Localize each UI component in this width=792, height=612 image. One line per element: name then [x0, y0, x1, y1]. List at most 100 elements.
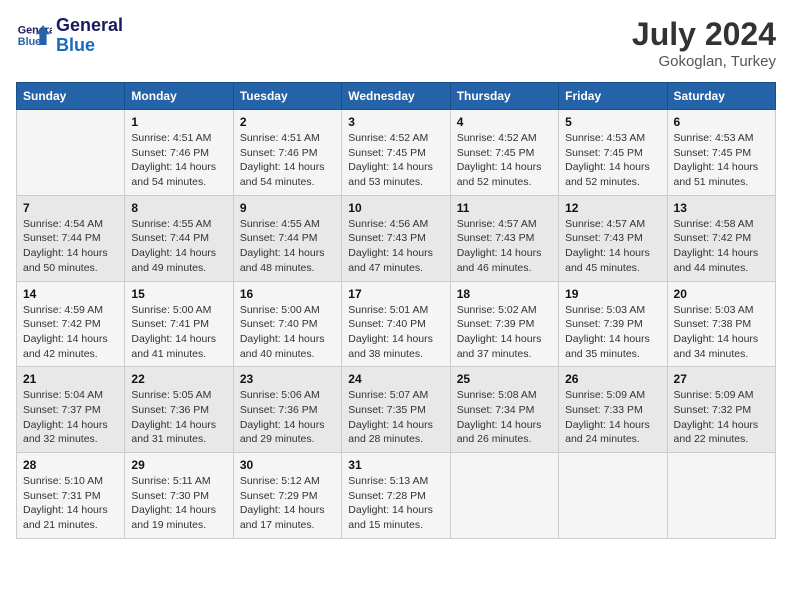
day-info: Sunrise: 5:00 AMSunset: 7:40 PMDaylight:… [240, 303, 335, 362]
calendar-cell [450, 453, 558, 539]
calendar-cell [667, 453, 775, 539]
day-number: 1 [131, 115, 226, 129]
day-number: 10 [348, 201, 443, 215]
calendar-cell: 16 Sunrise: 5:00 AMSunset: 7:40 PMDayligh… [233, 281, 341, 367]
calendar-cell: 29 Sunrise: 5:11 AMSunset: 7:30 PMDayligh… [125, 453, 233, 539]
calendar-cell: 28 Sunrise: 5:10 AMSunset: 7:31 PMDayligh… [17, 453, 125, 539]
day-info: Sunrise: 4:54 AMSunset: 7:44 PMDaylight:… [23, 217, 118, 276]
day-info: Sunrise: 4:56 AMSunset: 7:43 PMDaylight:… [348, 217, 443, 276]
calendar-cell: 3 Sunrise: 4:52 AMSunset: 7:45 PMDaylight… [342, 110, 450, 196]
day-number: 12 [565, 201, 660, 215]
day-number: 20 [674, 287, 769, 301]
day-number: 29 [131, 458, 226, 472]
calendar-cell: 10 Sunrise: 4:56 AMSunset: 7:43 PMDayligh… [342, 195, 450, 281]
calendar-cell: 8Sunrise: 4:55 AMSunset: 7:44 PMDaylight… [125, 195, 233, 281]
week-row-1: 1 Sunrise: 4:51 AMSunset: 7:46 PMDaylight… [17, 110, 776, 196]
day-info: Sunrise: 5:10 AMSunset: 7:31 PMDaylight:… [23, 474, 118, 533]
day-info: Sunrise: 5:09 AMSunset: 7:32 PMDaylight:… [674, 388, 769, 447]
day-info: Sunrise: 5:08 AMSunset: 7:34 PMDaylight:… [457, 388, 552, 447]
calendar-cell: 31 Sunrise: 5:13 AMSunset: 7:28 PMDayligh… [342, 453, 450, 539]
day-info: Sunrise: 4:52 AMSunset: 7:45 PMDaylight:… [348, 131, 443, 190]
logo-text: GeneralBlue [56, 16, 123, 56]
calendar-cell: 21 Sunrise: 5:04 AMSunset: 7:37 PMDayligh… [17, 367, 125, 453]
day-number: 26 [565, 372, 660, 386]
svg-text:Blue: Blue [18, 36, 41, 48]
calendar-cell: 23 Sunrise: 5:06 AMSunset: 7:36 PMDayligh… [233, 367, 341, 453]
day-info: Sunrise: 5:06 AMSunset: 7:36 PMDaylight:… [240, 388, 335, 447]
day-info: Sunrise: 4:53 AMSunset: 7:45 PMDaylight:… [565, 131, 660, 190]
day-number: 4 [457, 115, 552, 129]
day-number: 11 [457, 201, 552, 215]
day-number: 28 [23, 458, 118, 472]
calendar-body: 1 Sunrise: 4:51 AMSunset: 7:46 PMDaylight… [17, 110, 776, 539]
day-info: Sunrise: 5:13 AMSunset: 7:28 PMDaylight:… [348, 474, 443, 533]
day-info: Sunrise: 5:00 AMSunset: 7:41 PMDaylight:… [131, 303, 226, 362]
calendar-cell: 11Sunrise: 4:57 AMSunset: 7:43 PMDayligh… [450, 195, 558, 281]
calendar-cell: 18 Sunrise: 5:02 AMSunset: 7:39 PMDayligh… [450, 281, 558, 367]
day-info: Sunrise: 4:51 AMSunset: 7:46 PMDaylight:… [240, 131, 335, 190]
day-info: Sunrise: 4:57 AMSunset: 7:43 PMDaylight:… [565, 217, 660, 276]
calendar-cell: 17 Sunrise: 5:01 AMSunset: 7:40 PMDayligh… [342, 281, 450, 367]
calendar-header: SundayMondayTuesdayWednesdayThursdayFrid… [17, 83, 776, 110]
calendar-cell: 4 Sunrise: 4:52 AMSunset: 7:45 PMDaylight… [450, 110, 558, 196]
calendar-cell [17, 110, 125, 196]
day-number: 15 [131, 287, 226, 301]
day-info: Sunrise: 5:03 AMSunset: 7:38 PMDaylight:… [674, 303, 769, 362]
day-number: 8 [131, 201, 226, 215]
day-number: 9 [240, 201, 335, 215]
day-number: 14 [23, 287, 118, 301]
calendar-cell: 27 Sunrise: 5:09 AMSunset: 7:32 PMDayligh… [667, 367, 775, 453]
day-header-monday: Monday [125, 83, 233, 110]
calendar-cell: 30 Sunrise: 5:12 AMSunset: 7:29 PMDayligh… [233, 453, 341, 539]
calendar-cell: 19 Sunrise: 5:03 AMSunset: 7:39 PMDayligh… [559, 281, 667, 367]
day-header-saturday: Saturday [667, 83, 775, 110]
day-info: Sunrise: 5:12 AMSunset: 7:29 PMDaylight:… [240, 474, 335, 533]
day-info: Sunrise: 5:03 AMSunset: 7:39 PMDaylight:… [565, 303, 660, 362]
day-info: Sunrise: 4:53 AMSunset: 7:45 PMDaylight:… [674, 131, 769, 190]
day-number: 5 [565, 115, 660, 129]
calendar-cell: 9 Sunrise: 4:55 AMSunset: 7:44 PMDaylight… [233, 195, 341, 281]
day-number: 18 [457, 287, 552, 301]
title-area: July 2024 Gokoglan, Turkey [632, 16, 776, 70]
location: Gokoglan, Turkey [632, 53, 776, 70]
day-number: 3 [348, 115, 443, 129]
week-row-2: 7 Sunrise: 4:54 AMSunset: 7:44 PMDaylight… [17, 195, 776, 281]
month-year: July 2024 [632, 16, 776, 53]
day-info: Sunrise: 4:55 AMSunset: 7:44 PMDaylight:… [240, 217, 335, 276]
day-info: Sunrise: 5:05 AMSunset: 7:36 PMDaylight:… [131, 388, 226, 447]
calendar-cell: 22Sunrise: 5:05 AMSunset: 7:36 PMDayligh… [125, 367, 233, 453]
calendar-cell: 13Sunrise: 4:58 AMSunset: 7:42 PMDayligh… [667, 195, 775, 281]
calendar-cell: 5 Sunrise: 4:53 AMSunset: 7:45 PMDaylight… [559, 110, 667, 196]
day-info: Sunrise: 4:51 AMSunset: 7:46 PMDaylight:… [131, 131, 226, 190]
day-header-tuesday: Tuesday [233, 83, 341, 110]
day-info: Sunrise: 5:09 AMSunset: 7:33 PMDaylight:… [565, 388, 660, 447]
day-info: Sunrise: 4:52 AMSunset: 7:45 PMDaylight:… [457, 131, 552, 190]
day-info: Sunrise: 5:02 AMSunset: 7:39 PMDaylight:… [457, 303, 552, 362]
day-number: 2 [240, 115, 335, 129]
week-row-3: 14 Sunrise: 4:59 AMSunset: 7:42 PMDayligh… [17, 281, 776, 367]
day-info: Sunrise: 4:59 AMSunset: 7:42 PMDaylight:… [23, 303, 118, 362]
day-number: 23 [240, 372, 335, 386]
day-number: 27 [674, 372, 769, 386]
day-info: Sunrise: 5:07 AMSunset: 7:35 PMDaylight:… [348, 388, 443, 447]
day-info: Sunrise: 5:01 AMSunset: 7:40 PMDaylight:… [348, 303, 443, 362]
day-number: 17 [348, 287, 443, 301]
week-row-5: 28 Sunrise: 5:10 AMSunset: 7:31 PMDayligh… [17, 453, 776, 539]
day-number: 7 [23, 201, 118, 215]
day-number: 30 [240, 458, 335, 472]
calendar-cell: 12 Sunrise: 4:57 AMSunset: 7:43 PMDayligh… [559, 195, 667, 281]
day-number: 19 [565, 287, 660, 301]
day-number: 31 [348, 458, 443, 472]
calendar-cell: 6Sunrise: 4:53 AMSunset: 7:45 PMDaylight… [667, 110, 775, 196]
day-number: 21 [23, 372, 118, 386]
day-header-friday: Friday [559, 83, 667, 110]
calendar-cell: 26 Sunrise: 5:09 AMSunset: 7:33 PMDayligh… [559, 367, 667, 453]
day-number: 16 [240, 287, 335, 301]
week-row-4: 21 Sunrise: 5:04 AMSunset: 7:37 PMDayligh… [17, 367, 776, 453]
day-info: Sunrise: 5:11 AMSunset: 7:30 PMDaylight:… [131, 474, 226, 533]
header: General Blue GeneralBlue July 2024 Gokog… [16, 16, 776, 70]
day-header-thursday: Thursday [450, 83, 558, 110]
day-info: Sunrise: 5:04 AMSunset: 7:37 PMDaylight:… [23, 388, 118, 447]
calendar-cell: 7 Sunrise: 4:54 AMSunset: 7:44 PMDaylight… [17, 195, 125, 281]
calendar-cell: 2 Sunrise: 4:51 AMSunset: 7:46 PMDaylight… [233, 110, 341, 196]
